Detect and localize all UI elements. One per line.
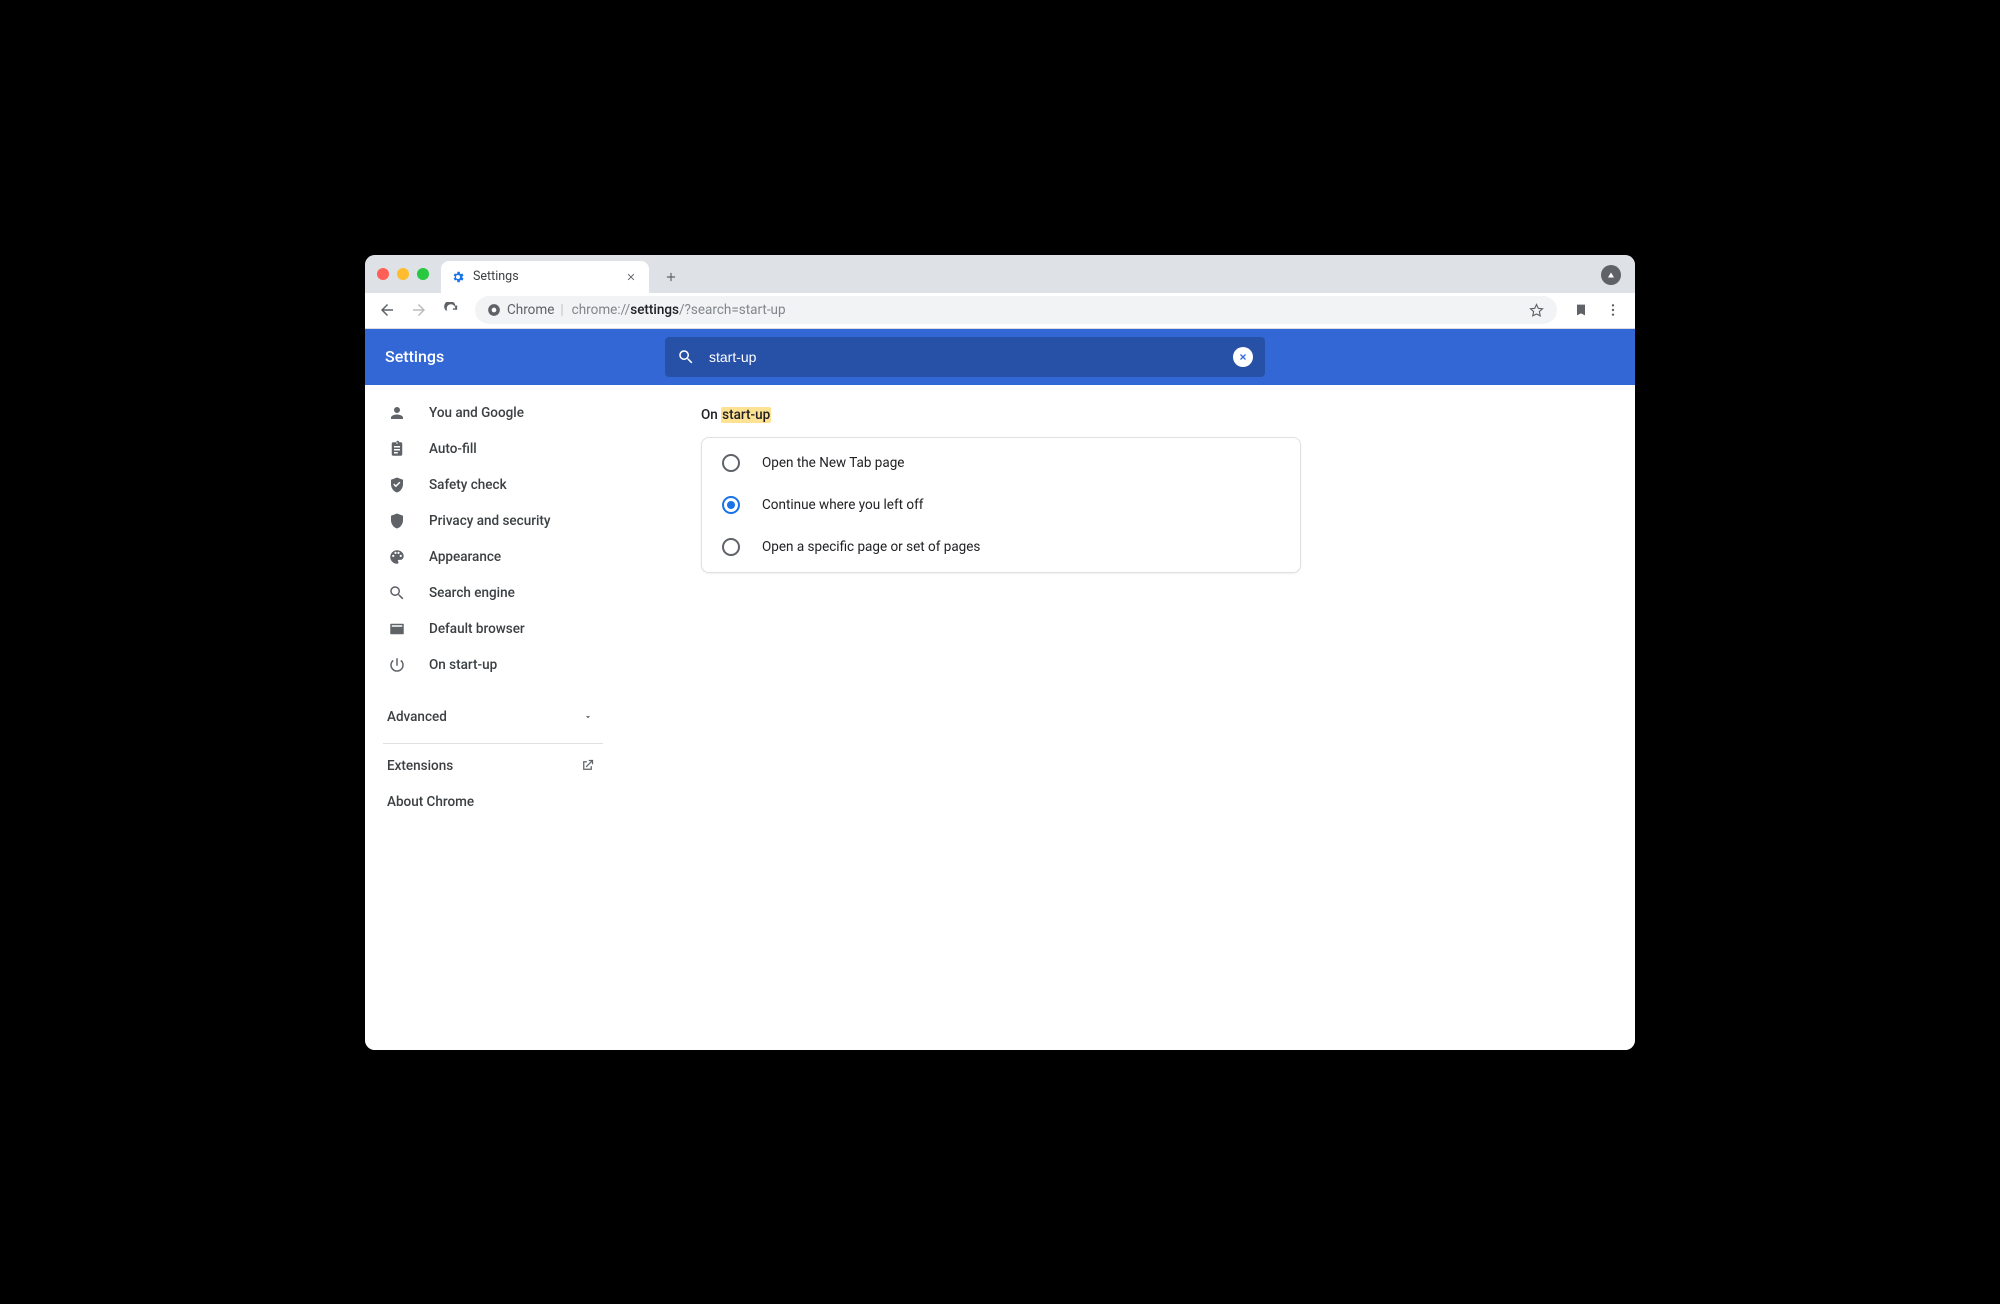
window-close-button[interactable] [377, 268, 389, 280]
settings-main: On start-up Open the New Tab page Contin… [621, 385, 1635, 1050]
browser-icon [387, 620, 407, 638]
search-input[interactable] [709, 349, 1219, 365]
chrome-icon [487, 303, 501, 317]
tab-strip: Settings [365, 255, 1635, 293]
address-bar[interactable]: Chrome | chrome://settings/?search=start… [475, 296, 1557, 324]
sidebar-item-label: Search engine [429, 585, 515, 601]
startup-option-specific-page[interactable]: Open a specific page or set of pages [702, 526, 1300, 568]
sidebar-item-label: Auto-fill [429, 441, 477, 457]
menu-button[interactable] [1599, 296, 1627, 324]
search-icon [387, 584, 407, 602]
sidebar-item-label: You and Google [429, 405, 524, 421]
sidebar-item-auto-fill[interactable]: Auto-fill [365, 431, 621, 467]
sidebar-advanced-toggle[interactable]: Advanced [365, 697, 621, 737]
sidebar-item-on-start-up[interactable]: On start-up [365, 647, 621, 683]
option-label: Open a specific page or set of pages [762, 539, 980, 555]
browser-tab[interactable]: Settings [441, 261, 649, 293]
extensions-label: Extensions [387, 758, 453, 774]
shield-icon [387, 512, 407, 530]
reading-list-icon[interactable] [1567, 296, 1595, 324]
browser-toolbar: Chrome | chrome://settings/?search=start… [365, 293, 1635, 329]
option-label: Open the New Tab page [762, 455, 904, 471]
sidebar-item-label: On start-up [429, 657, 497, 673]
settings-search[interactable] [665, 337, 1265, 377]
startup-option-new-tab[interactable]: Open the New Tab page [702, 442, 1300, 484]
sidebar-item-you-and-google[interactable]: You and Google [365, 395, 621, 431]
tab-title: Settings [473, 269, 519, 284]
window-minimize-button[interactable] [397, 268, 409, 280]
sidebar-item-default-browser[interactable]: Default browser [365, 611, 621, 647]
person-icon [387, 404, 407, 422]
sidebar-item-safety-check[interactable]: Safety check [365, 467, 621, 503]
sidebar-item-label: Privacy and security [429, 513, 551, 529]
search-highlight: start-up [721, 407, 771, 423]
settings-content: You and Google Auto-fill Safety check Pr… [365, 385, 1635, 1050]
reload-button[interactable] [437, 296, 465, 324]
clipboard-icon [387, 440, 407, 458]
gear-icon [451, 270, 465, 284]
search-icon [677, 348, 695, 366]
url-text: chrome://settings/?search=start-up [572, 302, 786, 318]
radio-icon [722, 538, 740, 556]
chevron-down-icon [583, 712, 593, 722]
browser-window: Settings Chrome | [365, 255, 1635, 1050]
window-controls [377, 268, 429, 280]
power-icon [387, 656, 407, 674]
radio-icon [722, 496, 740, 514]
advanced-label: Advanced [387, 709, 447, 725]
palette-icon [387, 548, 407, 566]
sidebar-item-label: Safety check [429, 477, 507, 493]
window-maximize-button[interactable] [417, 268, 429, 280]
sidebar-about-link[interactable]: About Chrome [365, 784, 621, 820]
option-label: Continue where you left off [762, 497, 924, 513]
startup-options-card: Open the New Tab page Continue where you… [701, 437, 1301, 573]
settings-header: Settings [365, 329, 1635, 385]
radio-icon [722, 454, 740, 472]
sidebar-item-label: Appearance [429, 549, 501, 565]
new-tab-button[interactable] [657, 263, 685, 291]
site-name: Chrome [507, 302, 554, 318]
section-heading: On start-up [701, 407, 1635, 423]
forward-button[interactable] [405, 296, 433, 324]
about-label: About Chrome [387, 794, 474, 810]
bookmark-star-icon[interactable] [1528, 302, 1545, 319]
profile-icon[interactable] [1601, 265, 1621, 285]
sidebar-item-label: Default browser [429, 621, 525, 637]
sidebar-item-search-engine[interactable]: Search engine [365, 575, 621, 611]
sidebar-extensions-link[interactable]: Extensions [365, 748, 621, 784]
shield-check-icon [387, 476, 407, 494]
sidebar: You and Google Auto-fill Safety check Pr… [365, 385, 621, 1050]
back-button[interactable] [373, 296, 401, 324]
page-title: Settings [365, 347, 665, 366]
site-chip: Chrome | [487, 302, 564, 318]
sidebar-item-privacy-security[interactable]: Privacy and security [365, 503, 621, 539]
external-link-icon [580, 758, 595, 773]
sidebar-item-appearance[interactable]: Appearance [365, 539, 621, 575]
startup-option-continue[interactable]: Continue where you left off [702, 484, 1300, 526]
clear-search-button[interactable] [1233, 347, 1253, 367]
close-tab-button[interactable] [623, 269, 639, 285]
